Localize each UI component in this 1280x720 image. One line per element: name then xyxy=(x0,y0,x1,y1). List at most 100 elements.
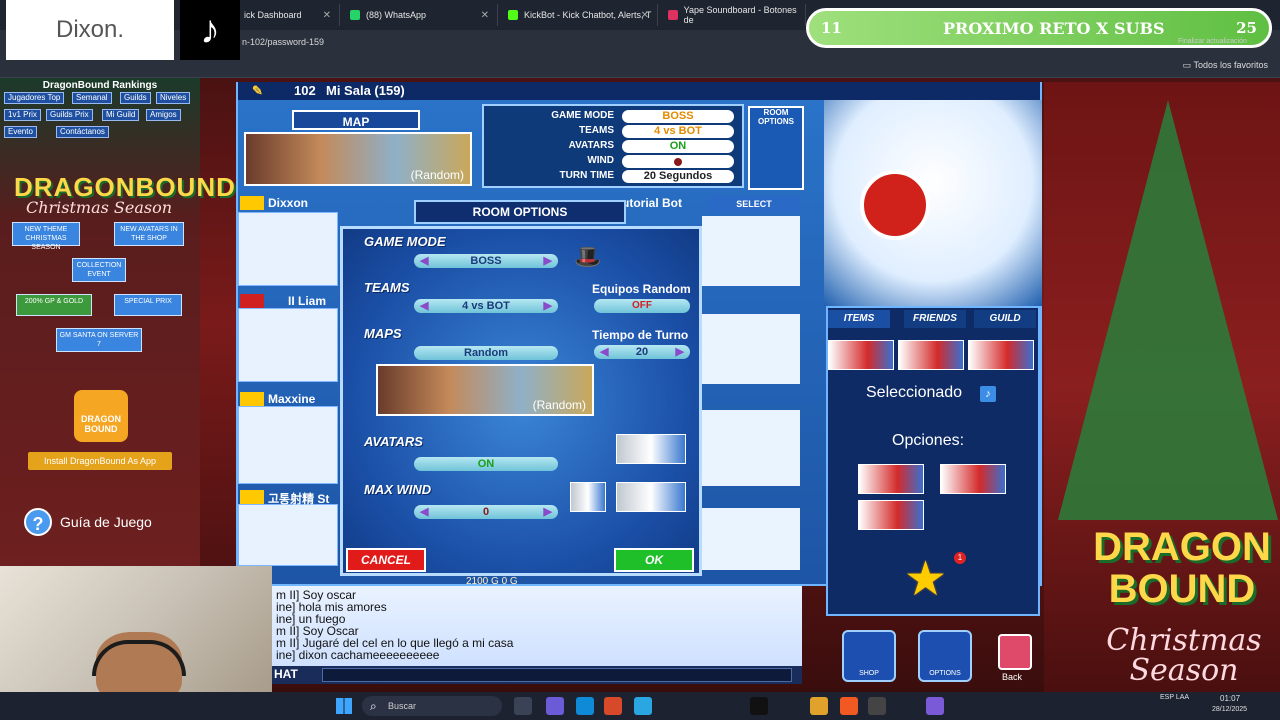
christmas-tree-image xyxy=(1058,100,1278,520)
tutorial-bot-title: utorial Bot xyxy=(622,196,682,210)
arrow-left-icon[interactable]: ◀ xyxy=(420,505,428,519)
avatars-toggle[interactable]: ON xyxy=(414,457,558,471)
arrow-left-icon[interactable]: ◀ xyxy=(420,254,428,268)
tab-label: Yape Soundboard - Botones de xyxy=(683,5,797,25)
obs-icon[interactable] xyxy=(868,697,886,715)
select-tab[interactable]: SELECT xyxy=(708,196,800,212)
nav-my-guild[interactable]: Mi Guild xyxy=(102,109,140,121)
chrome-icon[interactable] xyxy=(810,697,828,715)
item-slot[interactable] xyxy=(828,340,894,370)
nav-levels[interactable]: Niveles xyxy=(156,92,191,104)
room-options-button[interactable]: ROOM OPTIONS xyxy=(748,106,804,190)
tab-kickbot[interactable]: KickBot - Kick Chatbot, Alerts, T ✕ xyxy=(500,4,658,26)
turn-time-stepper[interactable]: ◀ 20 ▶ xyxy=(594,345,690,359)
pencil-icon[interactable]: ✎ xyxy=(252,83,263,99)
clock-date[interactable]: 28/12/2025 xyxy=(1212,706,1247,713)
item-slot[interactable] xyxy=(898,340,964,370)
tab-whatsapp[interactable]: (88) WhatsApp ✕ xyxy=(342,4,498,26)
tab-friends[interactable]: FRIENDS xyxy=(904,310,966,328)
ok-button[interactable]: OK xyxy=(614,548,694,572)
player-slot[interactable] xyxy=(238,308,338,382)
brave-icon[interactable] xyxy=(840,697,858,715)
option-item[interactable] xyxy=(940,464,1006,494)
promo-gm-santa[interactable]: GM SANTA ON SERVER 7 xyxy=(56,328,142,352)
tab-yape[interactable]: Yape Soundboard - Botones de xyxy=(660,4,806,26)
nav-event[interactable]: Evento xyxy=(4,126,37,138)
shop-button[interactable]: SHOP xyxy=(842,630,896,682)
arrow-right-icon[interactable]: ▶ xyxy=(544,299,552,313)
tiktok-taskbar-icon[interactable] xyxy=(750,697,768,715)
install-app-button[interactable]: Install DragonBound As App xyxy=(28,452,172,470)
url-text[interactable]: n-102/password-159 xyxy=(242,37,324,47)
bot-slot[interactable] xyxy=(702,410,800,486)
promo-collection-event[interactable]: COLLECTION EVENT xyxy=(72,258,126,282)
app-icon[interactable] xyxy=(634,697,652,715)
finish-update-button[interactable]: Finalizar actualización xyxy=(1178,38,1247,45)
options-button[interactable]: OPTIONS xyxy=(918,630,972,682)
map-preview-label: (Random) xyxy=(532,398,586,412)
max-wind-stepper[interactable]: ◀ 0 ▶ xyxy=(414,505,558,519)
bot-slot[interactable] xyxy=(702,314,800,384)
cancel-button[interactable]: CANCEL xyxy=(346,548,426,572)
discord-icon[interactable] xyxy=(926,697,944,715)
maps-selector[interactable]: Random xyxy=(414,346,558,360)
teams-label: TEAMS xyxy=(364,280,410,295)
nav-guilds[interactable]: Guilds xyxy=(120,92,151,104)
tab-guild[interactable]: GUILD xyxy=(974,310,1036,328)
random-teams-toggle[interactable]: OFF xyxy=(594,299,690,313)
bot-slot[interactable] xyxy=(702,216,800,286)
nav-friends[interactable]: Amigos xyxy=(146,109,181,121)
nav-contact[interactable]: Contáctanos xyxy=(56,126,109,138)
close-icon[interactable]: ✕ xyxy=(323,10,331,21)
bot-slot[interactable] xyxy=(702,508,800,570)
wind-indicator xyxy=(622,155,734,168)
windows-start-icon[interactable] xyxy=(336,698,352,714)
nav-weekly[interactable]: Semanal xyxy=(72,92,112,104)
task-view-icon[interactable] xyxy=(514,697,532,715)
top-hat-icon: 🎩 xyxy=(574,244,602,269)
promo-gp-gold[interactable]: 200% GP & GOLD xyxy=(16,294,92,316)
nav-top-players[interactable]: Jugadores Top xyxy=(4,92,65,104)
close-icon[interactable]: ✕ xyxy=(481,10,489,21)
map-thumbnail[interactable]: (Random) xyxy=(244,132,472,186)
taskbar-search[interactable]: Buscar xyxy=(362,696,502,716)
promo-new-theme[interactable]: NEW THEME CHRISTMAS SEASON xyxy=(12,222,80,251)
game-guide-link[interactable]: Guía de Juego xyxy=(60,514,152,530)
option-item[interactable] xyxy=(858,464,924,494)
edge-icon[interactable] xyxy=(576,697,594,715)
clock-time[interactable]: 01:07 xyxy=(1220,694,1240,703)
modal-map-preview[interactable]: (Random) xyxy=(376,364,594,416)
player-slot[interactable] xyxy=(238,504,338,566)
arrow-right-icon[interactable]: ▶ xyxy=(676,345,684,359)
promo-special-prix[interactable]: SPECIAL PRIX xyxy=(114,294,182,316)
tab-items[interactable]: ITEMS xyxy=(828,310,890,328)
arrow-right-icon[interactable]: ▶ xyxy=(544,505,552,519)
tab-kick-dashboard[interactable]: ick Dashboard ✕ xyxy=(236,4,340,26)
info-icon[interactable]: ♪ xyxy=(980,386,996,402)
turn-time-label: Tiempo de Turno xyxy=(592,328,689,342)
promo-new-avatars[interactable]: NEW AVATARS IN THE SHOP xyxy=(114,222,184,246)
back-button[interactable] xyxy=(998,634,1032,670)
nav-guilds-prix[interactable]: Guilds Prix xyxy=(46,109,93,121)
arrow-right-icon[interactable]: ▶ xyxy=(544,254,552,268)
chat-input[interactable] xyxy=(322,668,792,682)
avatars-label: AVATARS xyxy=(364,434,423,449)
arrow-left-icon[interactable]: ◀ xyxy=(420,299,428,313)
app-icon[interactable] xyxy=(604,697,622,715)
close-icon[interactable]: ✕ xyxy=(641,10,649,21)
player-slot[interactable] xyxy=(238,406,338,484)
help-icon[interactable]: ? xyxy=(24,508,52,536)
arrow-left-icon[interactable]: ◀ xyxy=(600,345,608,359)
max-wind-label: MAX WIND xyxy=(364,482,432,497)
option-item[interactable] xyxy=(858,500,924,530)
item-slot[interactable] xyxy=(968,340,1034,370)
star-icon[interactable]: ★ xyxy=(904,556,947,604)
teams-stepper[interactable]: ◀ 4 vs BOT ▶ xyxy=(414,299,558,313)
app-icon[interactable] xyxy=(546,697,564,715)
max-wind-value: 0 xyxy=(482,506,490,518)
all-favorites-link[interactable]: Todos los favoritos xyxy=(1183,60,1268,71)
game-mode-stepper[interactable]: ◀ BOSS ▶ xyxy=(414,254,558,268)
nav-1v1-prix[interactable]: 1v1 Prix xyxy=(4,109,41,121)
player-slot[interactable] xyxy=(238,212,338,286)
language-indicator[interactable]: ESP LAA xyxy=(1160,694,1189,701)
